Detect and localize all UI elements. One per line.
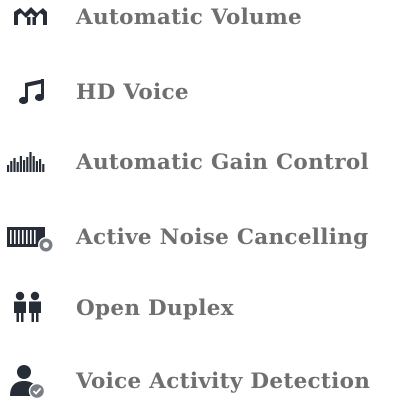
- feature-item-open-duplex: Open Duplex: [0, 285, 404, 333]
- two-people-icon: [5, 285, 61, 333]
- noise-cancel-icon: [5, 214, 61, 262]
- feature-list: Automatic Volume HD Voice Automatic Gain…: [0, 0, 404, 400]
- feature-label: Open Duplex: [76, 296, 234, 321]
- feature-label: Voice Activity Detection: [76, 369, 371, 394]
- feature-item-automatic-gain-control: Automatic Gain Control: [0, 139, 404, 187]
- feature-item-automatic-volume: Automatic Volume: [0, 0, 404, 42]
- equalizer-bars-icon: [5, 139, 61, 187]
- feature-label: HD Voice: [76, 80, 189, 105]
- music-note-icon: [5, 69, 61, 117]
- feature-label: Automatic Gain Control: [76, 150, 369, 175]
- feature-item-active-noise-cancelling: Active Noise Cancelling: [0, 214, 404, 262]
- feature-item-hd-voice: HD Voice: [0, 69, 404, 117]
- feature-item-voice-activity-detection: Voice Activity Detection: [0, 358, 404, 406]
- volume-level-icon: [5, 0, 61, 42]
- feature-label: Automatic Volume: [76, 5, 303, 30]
- feature-label: Active Noise Cancelling: [76, 225, 369, 250]
- user-check-icon: [5, 358, 61, 406]
